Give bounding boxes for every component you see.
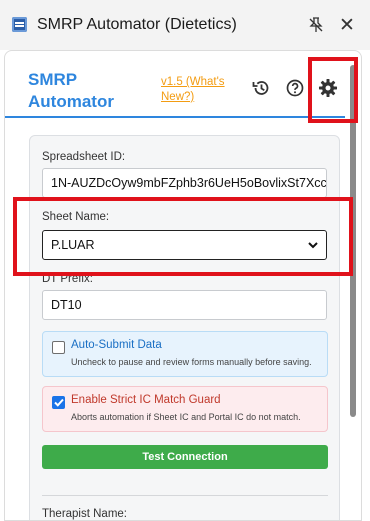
help-icon [286,79,304,97]
help-button[interactable] [284,77,306,99]
panel-header: SMRP Automator v1.5 (What's New?) [5,51,345,118]
strict-guard-checkbox[interactable] [52,396,65,409]
therapist-name-label: Therapist Name: [42,508,128,520]
window-title: SMRP Automator (Dietetics) [37,16,237,33]
close-button[interactable]: ✕ [337,14,357,36]
spreadsheet-id-label: Spreadsheet ID: [42,151,126,163]
sheet-name-highlight-box [13,197,353,276]
history-icon [252,81,269,95]
title-bar: SMRP Automator (Dietetics) ✕ [0,0,370,50]
app-icon [12,17,27,32]
auto-submit-description: Uncheck to pause and review forms manual… [71,357,312,367]
section-divider [42,495,328,496]
auto-submit-option: Auto-Submit Data Uncheck to pause and re… [42,331,328,377]
settings-highlight-box [308,57,358,123]
brand-title: SMRP Automator [28,69,138,113]
brand-line-1: SMRP [28,70,78,89]
version-link[interactable]: v1.5 (What's New?) [161,75,236,105]
strict-guard-description: Aborts automation if Sheet IC and Portal… [71,412,301,422]
brand-line-2: Automator [28,92,114,111]
unpin-button[interactable] [306,14,326,36]
unpin-icon [309,17,323,32]
settings-card: Spreadsheet ID: 1N-AUZDcOyw9mbFZphb3r6Ue… [29,135,340,520]
checkmark-icon [53,398,64,407]
strict-guard-option: Enable Strict IC Match Guard Aborts auto… [42,386,328,432]
strict-guard-label[interactable]: Enable Strict IC Match Guard [71,394,221,406]
auto-submit-label[interactable]: Auto-Submit Data [71,339,162,351]
auto-submit-checkbox[interactable] [52,341,65,354]
dt-prefix-input[interactable]: DT10 [42,290,327,320]
spreadsheet-id-input[interactable]: 1N-AUZDcOyw9mbFZphb3r6UeH5oBovlixSt7XccM [42,168,327,198]
history-button[interactable] [250,77,272,99]
test-connection-button[interactable]: Test Connection [42,445,328,469]
